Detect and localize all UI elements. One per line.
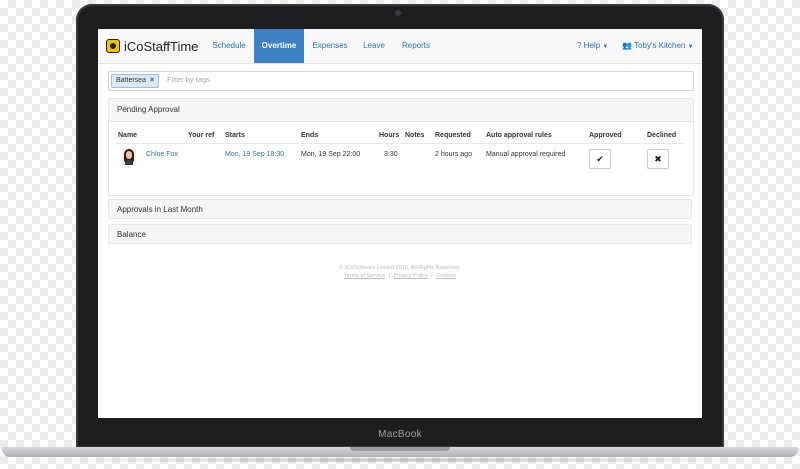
column-header-notes: Notes: [405, 132, 425, 139]
cookies-link[interactable]: Cookies: [436, 273, 456, 279]
pending-approval-panel: Pending Approval: [108, 98, 694, 196]
column-header-auto-rules: Auto approval rules: [486, 132, 552, 139]
laptop-base-notch: [350, 447, 450, 451]
laptop-screen: iCoStaffTime Schedule Overtime Expenses …: [98, 29, 702, 418]
column-header-approved: Approved: [589, 132, 622, 139]
column-header-ref: Your ref: [188, 132, 215, 139]
close-icon[interactable]: ×: [150, 77, 154, 84]
terms-link[interactable]: Terms of Service: [344, 273, 385, 279]
column-header-declined: Declined: [647, 132, 677, 139]
account-label: Toby's Kitchen: [634, 41, 686, 50]
nav-tab-reports[interactable]: Reports: [392, 29, 440, 63]
pending-approval-heading[interactable]: Pending Approval: [109, 99, 693, 122]
nav-tab-expenses[interactable]: Expenses: [304, 29, 356, 63]
brand-logo-icon: [106, 39, 120, 53]
footer-separator: |: [431, 273, 433, 279]
device-label: MacBook: [378, 429, 422, 440]
top-navbar: iCoStaffTime Schedule Overtime Expenses …: [98, 29, 702, 64]
footer-copyright: © iCoSoftware Limited 2016. All Rights R…: [339, 265, 461, 271]
help-label: ? Help: [577, 41, 601, 50]
tag-filter-input[interactable]: Battersea × Filter by tags: [108, 71, 694, 91]
footer-links: Terms of Service | Privacy Policy | Cook…: [98, 273, 702, 279]
tag-chip[interactable]: Battersea ×: [111, 74, 160, 88]
row-starts-link[interactable]: Mon, 19 Sep 18:30: [225, 151, 284, 158]
balance-heading[interactable]: Balance: [108, 224, 692, 244]
laptop-shadow: [10, 457, 790, 463]
chevron-down-icon: ▼: [687, 44, 694, 50]
footer-separator: |: [388, 273, 390, 279]
help-menu[interactable]: ? Help ▼: [577, 29, 608, 63]
decline-button[interactable]: ✖: [647, 149, 669, 169]
tag-filter-placeholder: Filter by tags: [167, 75, 210, 84]
chevron-down-icon: ▼: [602, 44, 609, 50]
nav-tab-leave[interactable]: Leave: [356, 29, 392, 63]
brand-name: iCoStaffTime: [124, 38, 199, 54]
row-auto-rules: Manual approval required: [486, 151, 566, 158]
brand[interactable]: iCoStaffTime: [106, 38, 198, 54]
camera-icon: [395, 10, 401, 16]
nav-tab-overtime[interactable]: Overtime: [254, 29, 304, 63]
row-ends: Mon, 19 Sep 22:00: [301, 151, 361, 158]
tag-label: Battersea: [116, 77, 146, 84]
column-header-starts: Starts: [225, 132, 245, 139]
column-header-hours: Hours: [379, 132, 400, 139]
privacy-link[interactable]: Privacy Policy: [393, 273, 427, 279]
users-icon: 👥: [622, 41, 632, 50]
nav-tab-schedule[interactable]: Schedule: [204, 29, 254, 63]
avatar: [122, 148, 136, 165]
column-header-ends: Ends: [301, 132, 319, 139]
laptop-lid: iCoStaffTime Schedule Overtime Expenses …: [76, 4, 724, 448]
approve-button[interactable]: ✔: [589, 149, 611, 169]
account-menu[interactable]: 👥 Toby's Kitchen ▼: [622, 29, 694, 63]
row-hours: 3:30: [384, 151, 398, 158]
column-header-requested: Requested: [435, 132, 471, 139]
table-header-divider: [116, 143, 684, 144]
row-requested: 2 hours ago: [435, 151, 472, 158]
column-header-name: Name: [118, 132, 138, 139]
times-icon: ✖: [654, 154, 662, 164]
approvals-last-month-heading[interactable]: Approvals in Last Month: [108, 199, 692, 219]
employee-name-link[interactable]: Chloe Fox: [146, 151, 178, 158]
check-icon: ✔: [596, 154, 604, 164]
